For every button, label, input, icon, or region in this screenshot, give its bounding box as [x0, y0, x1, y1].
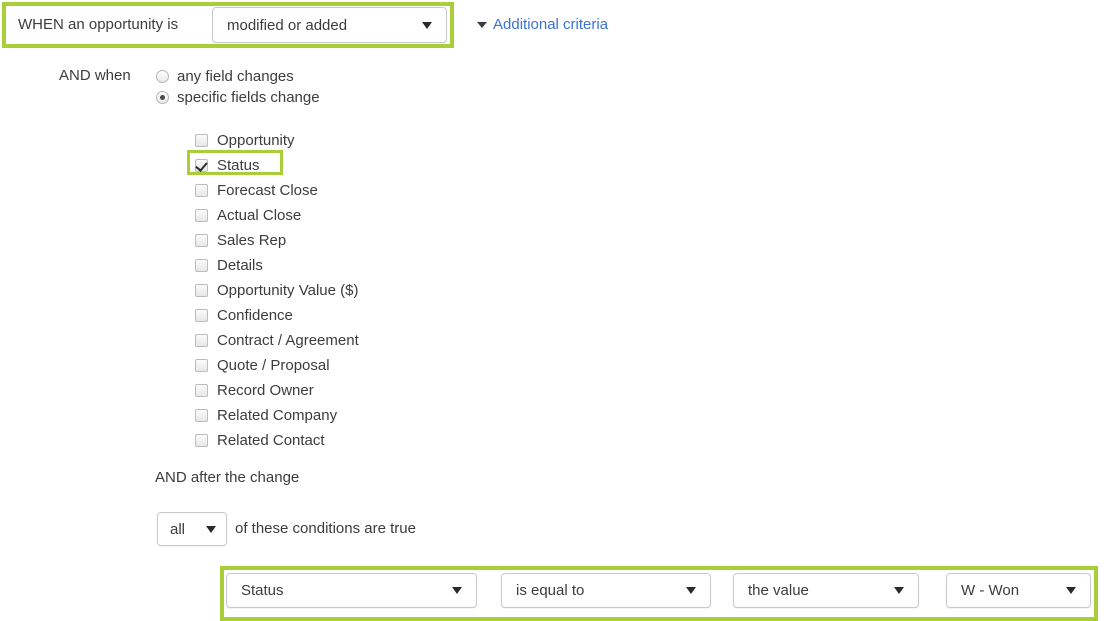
checkbox-row-quote-proposal[interactable]: Quote / Proposal [195, 353, 359, 378]
checkbox-row-forecast-close[interactable]: Forecast Close [195, 178, 359, 203]
condition-value-type-value: the value [748, 583, 809, 598]
additional-criteria-link[interactable]: Additional criteria [477, 17, 608, 32]
condition-value-type-select[interactable]: the value [733, 573, 919, 608]
checkbox-label: Sales Rep [217, 232, 287, 249]
chevron-down-icon [686, 587, 696, 594]
radio-icon[interactable] [156, 70, 169, 83]
radio-any-field-changes[interactable]: any field changes [156, 66, 320, 87]
checkbox-label: Status [217, 157, 260, 174]
when-label: WHEN an opportunity is [18, 16, 179, 33]
match-type-value: all [170, 521, 186, 537]
triangle-down-icon [477, 21, 487, 28]
checkbox-icon[interactable] [195, 309, 208, 322]
checkbox-label: Actual Close [217, 207, 302, 224]
checkbox-label: Confidence [217, 307, 293, 324]
checkbox-row-record-owner[interactable]: Record Owner [195, 378, 359, 403]
checkbox-icon[interactable] [195, 234, 208, 247]
condition-operator-value: is equal to [516, 583, 585, 598]
checkbox-icon[interactable] [195, 259, 208, 272]
change-scope-radio-group: any field changes specific fields change [156, 66, 320, 108]
checkbox-row-actual-close[interactable]: Actual Close [195, 203, 359, 228]
checkbox-label: Details [217, 257, 263, 274]
chevron-down-icon [422, 21, 432, 29]
checkbox-icon-checked[interactable] [195, 159, 208, 172]
checkbox-label: Related Contact [217, 432, 325, 449]
checkbox-row-sales-rep[interactable]: Sales Rep [195, 228, 359, 253]
checkbox-row-opportunity-value[interactable]: Opportunity Value ($) [195, 278, 359, 303]
radio-icon-selected[interactable] [156, 91, 169, 104]
and-when-label: AND when [59, 67, 131, 84]
checkbox-row-status[interactable]: Status [195, 153, 359, 178]
checkbox-icon[interactable] [195, 384, 208, 397]
chevron-down-icon [452, 587, 462, 594]
checkbox-label: Contract / Agreement [217, 332, 359, 349]
checkbox-row-details[interactable]: Details [195, 253, 359, 278]
checkbox-row-contract-agreement[interactable]: Contract / Agreement [195, 328, 359, 353]
condition-field-value: Status [241, 583, 284, 598]
checkbox-label: Opportunity [217, 132, 295, 149]
radio-label: specific fields change [177, 89, 320, 106]
checkbox-icon[interactable] [195, 334, 208, 347]
radio-specific-fields-change[interactable]: specific fields change [156, 87, 320, 108]
additional-criteria-label: Additional criteria [493, 16, 609, 33]
checkbox-label: Related Company [217, 407, 338, 424]
condition-value-value: W - Won [961, 583, 1020, 598]
after-change-heading: AND after the change [155, 469, 300, 486]
field-checkbox-list: Opportunity Status Forecast Close Actual… [195, 128, 359, 453]
checkbox-row-confidence[interactable]: Confidence [195, 303, 359, 328]
checkbox-label: Forecast Close [217, 182, 318, 199]
chevron-down-icon [894, 587, 904, 594]
checkbox-icon[interactable] [195, 209, 208, 222]
checkbox-icon[interactable] [195, 184, 208, 197]
condition-value-select[interactable]: W - Won [946, 573, 1091, 608]
checkbox-icon[interactable] [195, 134, 208, 147]
chevron-down-icon [206, 525, 216, 533]
checkbox-icon[interactable] [195, 284, 208, 297]
checkbox-icon[interactable] [195, 359, 208, 372]
trigger-select[interactable]: modified or added [212, 7, 447, 43]
checkbox-icon[interactable] [195, 434, 208, 447]
checkbox-label: Opportunity Value ($) [217, 282, 359, 299]
chevron-down-icon [1066, 587, 1076, 594]
conditions-text: of these conditions are true [235, 520, 416, 537]
radio-label: any field changes [177, 68, 294, 85]
checkbox-row-related-contact[interactable]: Related Contact [195, 428, 359, 453]
match-type-select[interactable]: all [157, 512, 227, 546]
checkbox-row-related-company[interactable]: Related Company [195, 403, 359, 428]
checkbox-label: Quote / Proposal [217, 357, 330, 374]
checkbox-row-opportunity[interactable]: Opportunity [195, 128, 359, 153]
condition-operator-select[interactable]: is equal to [501, 573, 711, 608]
checkbox-icon[interactable] [195, 409, 208, 422]
checkbox-label: Record Owner [217, 382, 314, 399]
condition-field-select[interactable]: Status [226, 573, 477, 608]
trigger-select-value: modified or added [227, 17, 348, 33]
